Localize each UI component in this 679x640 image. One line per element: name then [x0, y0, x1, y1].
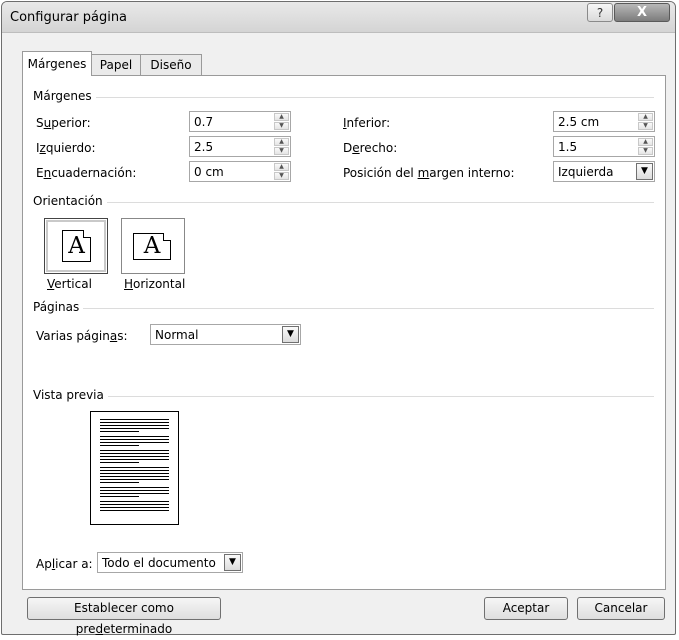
- ok-button[interactable]: Aceptar: [484, 597, 568, 620]
- dialog-title: Configurar página: [10, 10, 128, 25]
- help-button[interactable]: ?: [587, 3, 613, 22]
- title-bar: Configurar página ? X: [2, 2, 675, 33]
- page-setup-dialog: Configurar página ? X Márgenes Papel Dis…: [1, 1, 676, 635]
- help-icon: ?: [596, 6, 604, 20]
- close-icon: X: [636, 5, 648, 20]
- tab-margenes[interactable]: Márgenes: [22, 51, 92, 76]
- tab-panel: [22, 75, 666, 590]
- close-button[interactable]: X: [614, 3, 670, 22]
- set-as-default-button[interactable]: Establecer como predeterminado: [27, 597, 221, 636]
- tab-diseno[interactable]: Diseño: [140, 54, 202, 75]
- tab-papel[interactable]: Papel: [91, 54, 141, 75]
- cancel-button[interactable]: Cancelar: [577, 597, 665, 620]
